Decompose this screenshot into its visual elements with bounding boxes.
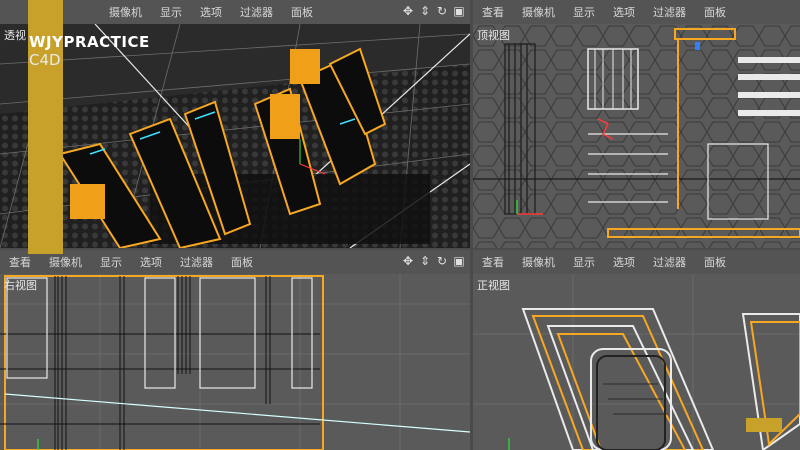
- menu-display[interactable]: 显示: [564, 4, 604, 20]
- menu-camera[interactable]: 摄像机: [513, 254, 564, 270]
- viewport-label: 右视图: [4, 279, 37, 292]
- viewport-pane-right: 查看 摄像机 显示 选项 过滤器 面板 ✥ ⇕ ↻ ▣ 右视图: [0, 250, 470, 450]
- viewport-right[interactable]: 右视图: [0, 274, 470, 450]
- pan-icon[interactable]: ⇕: [418, 254, 432, 268]
- menu-display[interactable]: 显示: [91, 254, 131, 270]
- menu-filter[interactable]: 过滤器: [231, 4, 282, 20]
- menu-filter[interactable]: 过滤器: [171, 254, 222, 270]
- menu-options[interactable]: 选项: [131, 254, 171, 270]
- menu-options[interactable]: 选项: [604, 4, 644, 20]
- menu-camera[interactable]: 摄像机: [100, 4, 151, 20]
- menu-panel[interactable]: 面板: [695, 254, 735, 270]
- brand-corner-block: [746, 418, 782, 432]
- viewport-top[interactable]: 顶视图: [473, 24, 800, 248]
- viewport-label: 顶视图: [477, 29, 510, 42]
- menu-options[interactable]: 选项: [604, 254, 644, 270]
- menu-camera[interactable]: 摄像机: [513, 4, 564, 20]
- viewport-menubar: 查看 摄像机 显示 选项 过滤器 面板: [473, 0, 800, 24]
- brand-line2: C4D: [29, 51, 61, 69]
- menu-display[interactable]: 显示: [564, 254, 604, 270]
- move-icon[interactable]: ✥: [401, 4, 415, 18]
- menu-panel[interactable]: 面板: [695, 4, 735, 20]
- menu-view[interactable]: 查看: [473, 254, 513, 270]
- viewport-menubar: 查看 摄像机 显示 选项 过滤器 面板: [473, 250, 800, 274]
- menu-view[interactable]: 查看: [473, 4, 513, 20]
- move-icon[interactable]: ✥: [401, 254, 415, 268]
- menu-camera[interactable]: 摄像机: [40, 254, 91, 270]
- viewport-label: 透视: [4, 29, 26, 42]
- maximize-icon[interactable]: ▣: [452, 4, 466, 18]
- brand-watermark: WJYPRACTICE C4D: [29, 33, 150, 69]
- menu-panel[interactable]: 面板: [222, 254, 262, 270]
- rotate-icon[interactable]: ↻: [435, 4, 449, 18]
- menu-display[interactable]: 显示: [151, 4, 191, 20]
- menu-filter[interactable]: 过滤器: [644, 254, 695, 270]
- maximize-icon[interactable]: ▣: [452, 254, 466, 268]
- brand-line1: WJYPRACTICE: [29, 33, 150, 51]
- viewport-menubar: 查看 摄像机 显示 选项 过滤器 面板 ✥ ⇕ ↻ ▣: [0, 0, 470, 24]
- rotate-icon[interactable]: ↻: [435, 254, 449, 268]
- viewport-menubar: 查看 摄像机 显示 选项 过滤器 面板 ✥ ⇕ ↻ ▣: [0, 250, 470, 274]
- top-scene: [473, 24, 800, 248]
- menu-panel[interactable]: 面板: [282, 4, 322, 20]
- menu-filter[interactable]: 过滤器: [644, 4, 695, 20]
- menu-view[interactable]: 查看: [0, 254, 40, 270]
- menu-options[interactable]: 选项: [191, 4, 231, 20]
- pan-icon[interactable]: ⇕: [418, 4, 432, 18]
- viewport-pane-top: 查看 摄像机 显示 选项 过滤器 面板 顶视图: [473, 0, 800, 248]
- viewport-label: 正视图: [477, 279, 510, 292]
- right-scene: [0, 274, 470, 450]
